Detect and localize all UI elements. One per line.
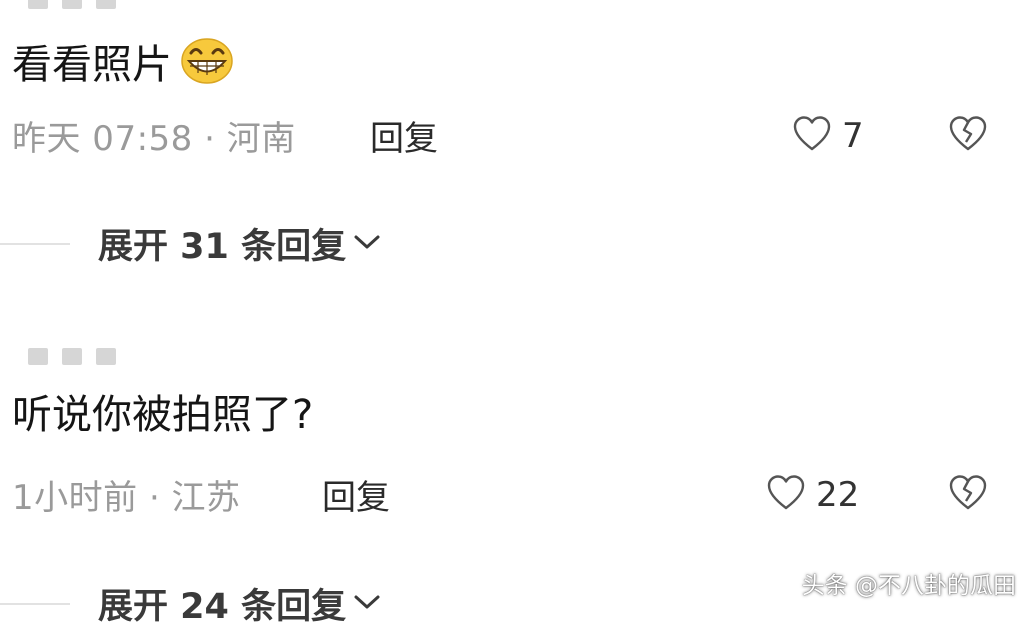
chevron-down-icon [352, 232, 382, 256]
broken-heart-icon [948, 475, 988, 517]
chevron-down-icon [352, 592, 382, 616]
comment-text: 听说你被拍照了? [12, 392, 314, 438]
comment-item: 看看照片 昨天 07:58 · 河南 回复 7 展开 31 条回复 [0, 0, 1034, 300]
broken-heart-icon [948, 116, 988, 158]
divider-line [0, 242, 70, 245]
comment-meta: 昨天 07:58 · 河南 [12, 119, 296, 159]
reply-button[interactable]: 回复 [370, 111, 438, 160]
expand-replies-label: 展开 24 条回复 [98, 587, 347, 627]
heart-outline-icon [792, 114, 832, 158]
comment-body: 听说你被拍照了? [12, 391, 313, 439]
expand-replies-button[interactable]: 展开 24 条回复 [98, 578, 382, 629]
heart-outline-icon [766, 473, 806, 517]
dislike-button[interactable] [948, 114, 988, 158]
like-button[interactable]: 22 [766, 473, 859, 517]
divider-line [0, 602, 70, 605]
like-button[interactable]: 7 [792, 114, 864, 158]
watermark: 头条 @不八卦的瓜田 [801, 573, 1016, 599]
like-count: 7 [842, 116, 864, 156]
expand-replies-row: 展开 24 条回复 [0, 578, 382, 629]
expand-replies-label: 展开 31 条回复 [98, 227, 347, 267]
like-count: 22 [816, 475, 860, 515]
redacted-username[interactable] [28, 0, 116, 9]
redacted-username[interactable] [28, 348, 116, 365]
comment-body: 看看照片 [12, 36, 234, 95]
grinning-face-emoji [180, 36, 234, 95]
reply-button[interactable]: 回复 [322, 470, 390, 519]
comment-text: 看看照片 [12, 42, 172, 88]
dislike-button[interactable] [948, 473, 988, 517]
expand-replies-button[interactable]: 展开 31 条回复 [98, 218, 382, 269]
comment-meta: 1小时前 · 江苏 [12, 478, 241, 518]
expand-replies-row: 展开 31 条回复 [0, 218, 382, 269]
